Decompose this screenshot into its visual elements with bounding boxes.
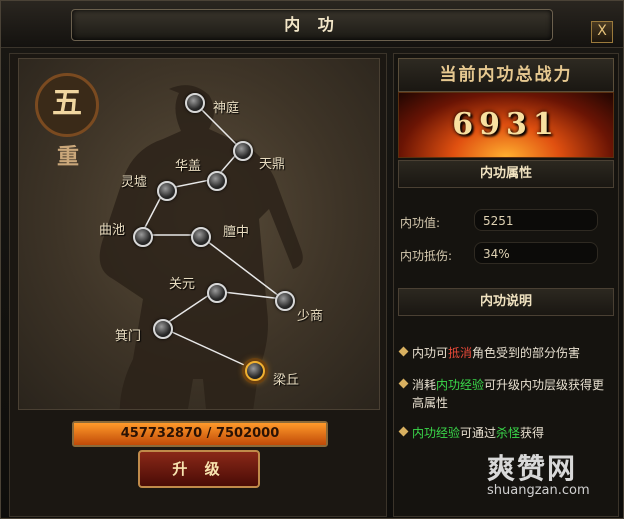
node-label: 华盖 <box>175 159 202 174</box>
attr-label-value: 内功值: <box>400 216 441 230</box>
description-line-1: 内功可抵消角色受到的部分伤害 <box>398 344 608 362</box>
attr-reduction-field: 34% <box>474 242 598 264</box>
power-display: 6931 <box>398 92 614 158</box>
node-label: 灵墟 <box>121 175 148 190</box>
attributes-heading: 内功属性 <box>398 160 614 188</box>
attr-label-reduction: 内功抵伤: <box>400 249 453 263</box>
node-label: 神庭 <box>213 101 240 116</box>
experience-bar: 457732870 / 7502000 <box>72 421 328 447</box>
node-tianding[interactable] <box>233 141 253 161</box>
node-liangqiu[interactable] <box>245 361 265 381</box>
title-bar: 内 功 X <box>1 1 623 48</box>
neigong-window: 内 功 X 五 重 神庭 天鼎 华盖 灵墟 曲池 膻中 关元 少商 箕门 梁丘 … <box>0 0 624 519</box>
node-shaoshang[interactable] <box>275 291 295 311</box>
desc-text: 可通过 <box>460 426 497 440</box>
power-heading: 当前内功总战力 <box>398 58 614 92</box>
node-quchi[interactable] <box>133 227 153 247</box>
meridian-map: 五 重 神庭 天鼎 华盖 灵墟 曲池 膻中 关元 少商 箕门 梁丘 <box>18 58 380 410</box>
desc-text: 角色受到的部分伤害 <box>472 346 581 360</box>
attr-value-field: 5251 <box>474 209 598 231</box>
power-value: 6931 <box>452 107 560 142</box>
bullet-icon <box>398 378 409 389</box>
desc-text: 内功可 <box>412 346 449 360</box>
bullet-icon <box>398 426 409 437</box>
desc-text: 消耗 <box>412 378 437 392</box>
node-label: 曲池 <box>99 223 126 238</box>
node-label: 梁丘 <box>273 373 300 388</box>
node-lingxu[interactable] <box>157 181 177 201</box>
upgrade-button[interactable]: 升 级 <box>138 450 260 488</box>
node-shenting[interactable] <box>185 93 205 113</box>
desc-highlight: 内功经验 <box>436 378 485 392</box>
window-title: 内 功 <box>284 15 340 34</box>
node-danzhong[interactable] <box>191 227 211 247</box>
close-button[interactable]: X <box>591 21 613 43</box>
node-label: 关元 <box>169 277 196 292</box>
description-heading: 内功说明 <box>398 288 614 316</box>
watermark-url: shuangzan.com <box>487 483 590 498</box>
bullet-icon <box>398 346 409 357</box>
desc-text: 获得 <box>520 426 545 440</box>
meridian-panel: 五 重 神庭 天鼎 华盖 灵墟 曲池 膻中 关元 少商 箕门 梁丘 457732… <box>9 53 387 517</box>
node-jimen[interactable] <box>153 319 173 339</box>
node-label: 箕门 <box>115 329 142 344</box>
description-line-2: 消耗内功经验可升级内功层级获得更高属性 <box>398 376 608 412</box>
level-sub: 重 <box>57 144 80 170</box>
experience-text: 457732870 / 7502000 <box>120 426 280 441</box>
node-label: 少商 <box>297 309 324 324</box>
node-label: 膻中 <box>223 225 250 240</box>
desc-highlight: 杀怪 <box>496 426 521 440</box>
title-plate: 内 功 <box>71 9 553 41</box>
desc-highlight: 内功经验 <box>412 426 461 440</box>
node-huagai[interactable] <box>207 171 227 191</box>
node-guanyuan[interactable] <box>207 283 227 303</box>
description-line-3: 内功经验可通过杀怪获得 <box>398 424 608 442</box>
watermark-brand: 爽赞网 <box>487 452 578 485</box>
level-badge: 五 <box>35 73 99 137</box>
desc-highlight: 抵消 <box>448 346 473 360</box>
node-label: 天鼎 <box>259 157 286 172</box>
